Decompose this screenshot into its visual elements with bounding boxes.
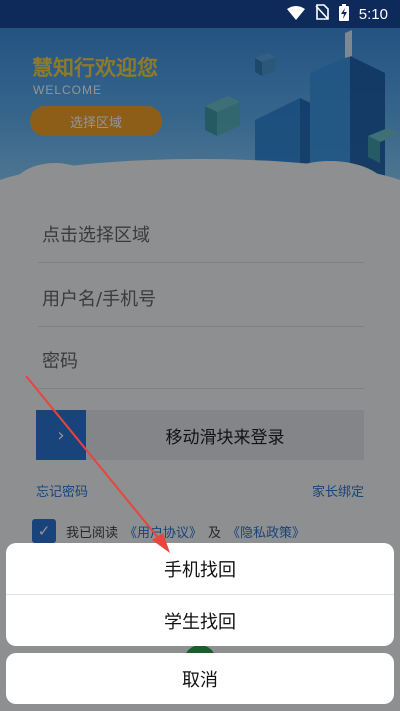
annotation-arrow <box>25 375 170 553</box>
